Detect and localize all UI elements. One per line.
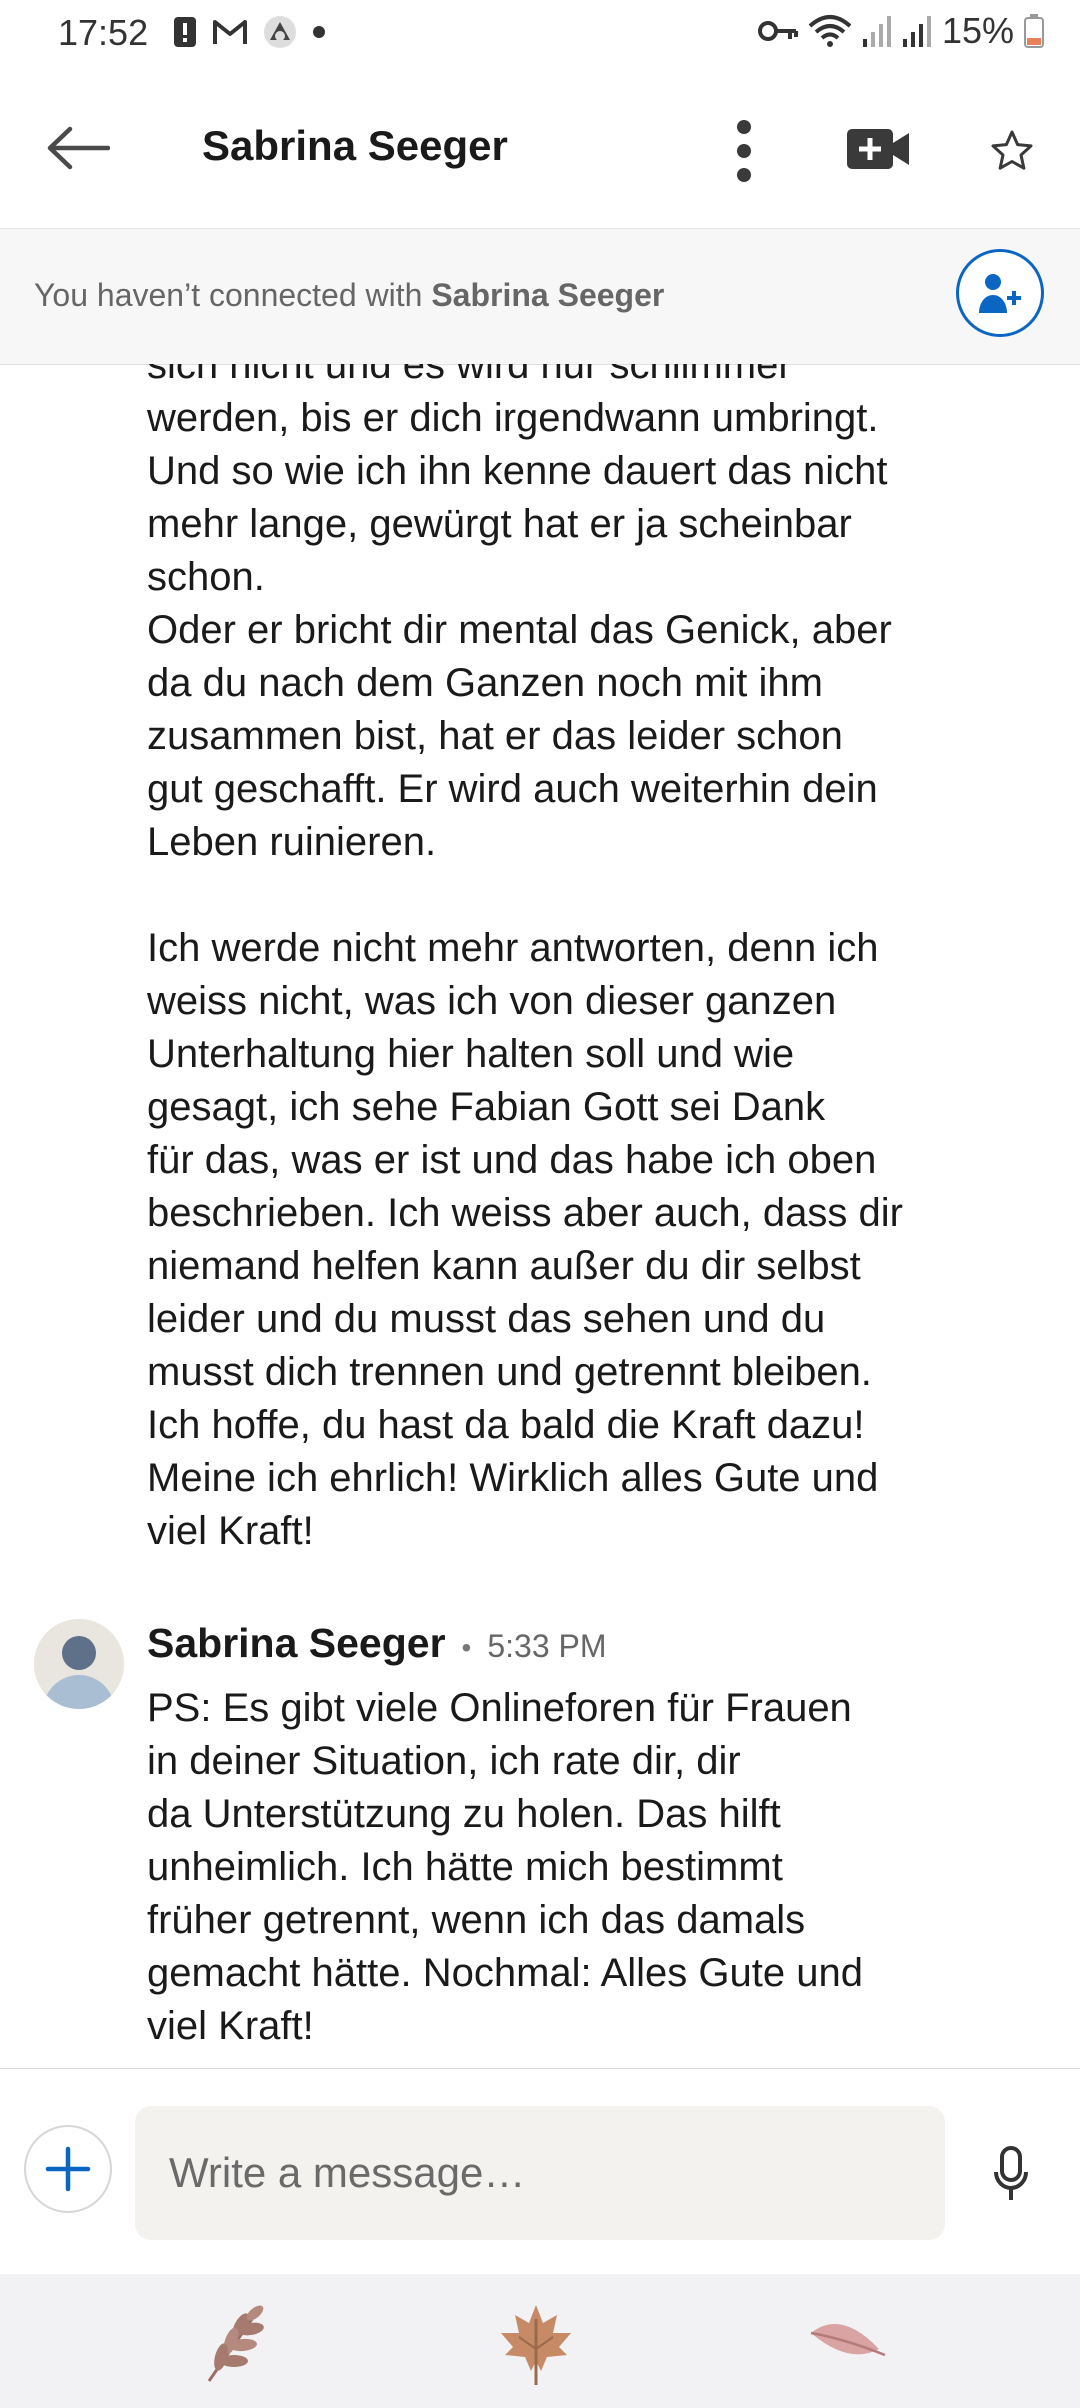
message-composer xyxy=(0,2068,1080,2275)
add-person-icon xyxy=(979,274,1021,313)
conversation-header: Sabrina Seeger xyxy=(0,70,1080,229)
message-body: PS: Es gibt viele Onlineforen für Frauen… xyxy=(147,1686,863,2048)
microphone-icon xyxy=(994,2146,1028,2200)
dot-icon xyxy=(312,25,326,39)
pink-leaf-icon xyxy=(810,2324,886,2357)
separator-dot: • xyxy=(461,1632,472,1663)
connection-text: You haven’t connected with Sabrina Seege… xyxy=(34,277,664,314)
back-arrow-icon xyxy=(47,126,110,170)
sender-name[interactable]: Sabrina Seeger xyxy=(147,1620,446,1667)
message-timestamp: 5:33 PM xyxy=(487,1628,607,1664)
status-bar: 17:52 15% xyxy=(0,0,1080,70)
conversation-title[interactable]: Sabrina Seeger xyxy=(202,122,508,170)
fern-leaf-icon xyxy=(207,2305,264,2382)
connect-button[interactable] xyxy=(956,249,1044,337)
video-call-button[interactable] xyxy=(846,122,910,176)
more-vertical-icon xyxy=(737,120,751,182)
status-right: 15% xyxy=(757,10,1044,52)
connection-name: Sabrina Seeger xyxy=(431,277,665,313)
voice-message-button[interactable] xyxy=(986,2139,1036,2209)
status-left-icons xyxy=(172,14,326,50)
message-header: Sabrina Seeger • 5:33 PM xyxy=(147,1620,607,1667)
attach-button[interactable] xyxy=(24,2125,112,2213)
video-call-icon xyxy=(847,129,909,169)
wifi-icon xyxy=(808,14,852,48)
battery-percent: 15% xyxy=(941,10,1014,51)
fern-leaf-button[interactable] xyxy=(184,2296,284,2392)
connection-prefix: You haven’t connected with xyxy=(34,277,432,313)
pink-leaf-button[interactable] xyxy=(796,2296,896,2392)
app-icon xyxy=(262,14,298,50)
connection-banner: You haven’t connected with Sabrina Seege… xyxy=(0,229,1080,365)
star-button[interactable] xyxy=(984,122,1040,178)
signal-icon xyxy=(862,15,892,47)
battery-icon xyxy=(1024,14,1044,48)
maple-leaf-icon xyxy=(501,2305,571,2385)
keyboard-suggestion-strip xyxy=(0,2274,1080,2408)
maple-leaf-button[interactable] xyxy=(486,2296,586,2392)
avatar[interactable] xyxy=(34,1619,124,1709)
back-button[interactable] xyxy=(40,118,116,178)
alert-icon xyxy=(172,15,198,49)
star-icon xyxy=(991,130,1033,170)
message-body: sich nicht und es wird nur schlimmer wer… xyxy=(147,364,903,1553)
plus-icon xyxy=(45,2146,91,2192)
message-list[interactable]: sich nicht und es wird nur schlimmer wer… xyxy=(0,364,1080,2068)
gmail-icon xyxy=(212,18,248,46)
vpn-key-icon xyxy=(757,19,798,43)
default-avatar-icon xyxy=(34,1619,124,1709)
status-time: 17:52 xyxy=(58,12,149,53)
signal-icon xyxy=(902,15,932,47)
message-input[interactable] xyxy=(135,2106,945,2240)
more-options-button[interactable] xyxy=(724,106,764,196)
